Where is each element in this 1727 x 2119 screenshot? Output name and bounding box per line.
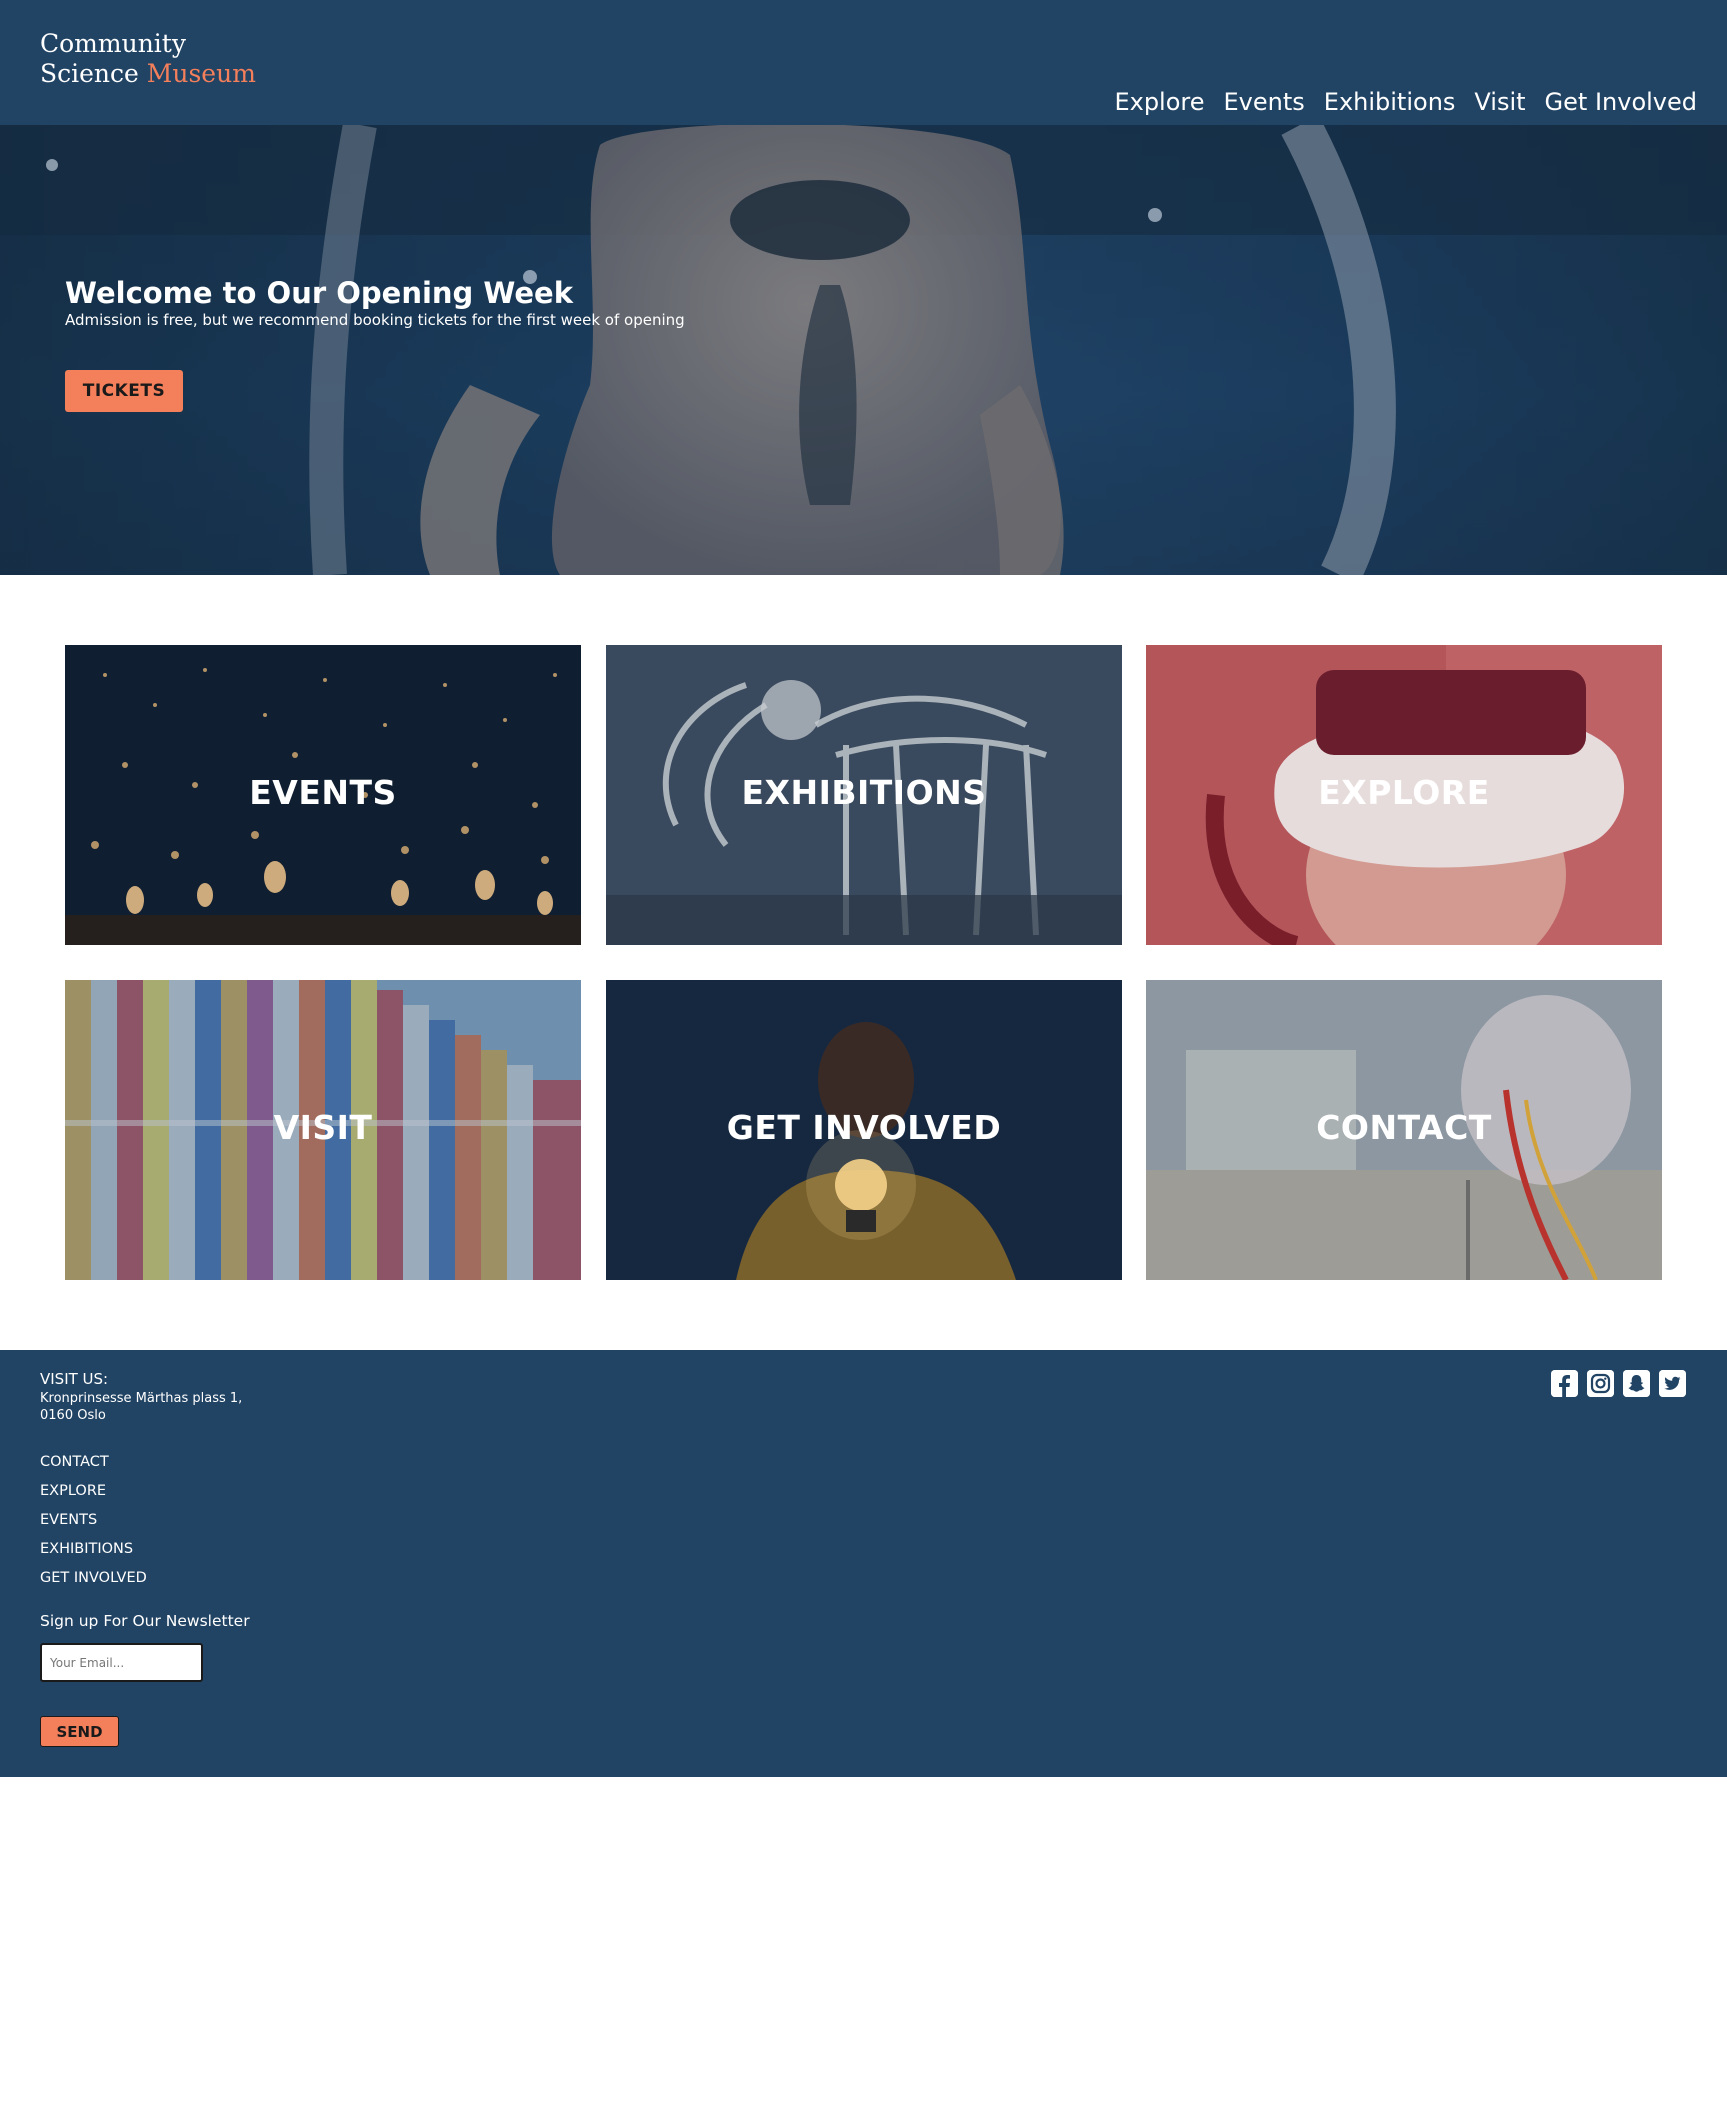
address-line-2: 0160 Oslo (40, 1408, 106, 1423)
logo-line-2-accent: Museum (146, 59, 256, 88)
footer-link-exhibitions[interactable]: EXHIBITIONS (40, 1541, 133, 1557)
nav-visit[interactable]: Visit (1474, 83, 1525, 121)
newsletter-label: Sign up For Our Newsletter (40, 1612, 250, 1630)
logo-line-2-prefix: Science (40, 59, 147, 88)
tile-label-get-involved: GET INVOLVED (726, 1108, 1002, 1147)
address: Kronprinsesse Märthas plass 1, 0160 Oslo (40, 1390, 242, 1424)
site-logo[interactable]: Community Science Museum (40, 29, 256, 89)
footer-link-events[interactable]: EVENTS (40, 1512, 97, 1528)
nav-get-involved[interactable]: Get Involved (1545, 83, 1697, 121)
logo-line-1: Community (40, 29, 186, 58)
tile-visit[interactable]: VISIT (65, 980, 581, 1280)
footer-link-get-involved[interactable]: GET INVOLVED (40, 1570, 147, 1586)
hero-skull-image (0, 125, 1727, 575)
snapchat-icon[interactable] (1623, 1370, 1650, 1397)
tile-label-events: EVENTS (249, 773, 397, 812)
hero-title: Welcome to Our Opening Week (65, 276, 573, 310)
tile-label-visit: VISIT (273, 1108, 373, 1147)
send-button[interactable]: SEND (40, 1716, 119, 1747)
tile-explore[interactable]: EXPLORE (1146, 645, 1662, 945)
tile-contact[interactable]: CONTACT (1146, 980, 1662, 1280)
hero-subtitle: Admission is free, but we recommend book… (65, 311, 685, 329)
email-input[interactable] (40, 1643, 203, 1682)
nav-explore[interactable]: Explore (1114, 83, 1204, 121)
nav-events[interactable]: Events (1224, 83, 1305, 121)
tile-label-contact: CONTACT (1316, 1108, 1492, 1147)
tickets-button[interactable]: TICKETS (65, 370, 183, 412)
hero-banner: Welcome to Our Opening Week Admission is… (0, 125, 1727, 575)
address-line-1: Kronprinsesse Märthas plass 1, (40, 1391, 243, 1406)
tile-label-explore: EXPLORE (1318, 773, 1490, 812)
footer-link-explore[interactable]: EXPLORE (40, 1483, 106, 1499)
tile-label-exhibitions: EXHIBITIONS (741, 773, 987, 812)
nav-exhibitions[interactable]: Exhibitions (1324, 83, 1456, 121)
main-nav: Explore Events Exhibitions Visit Get Inv… (1114, 83, 1697, 121)
twitter-icon[interactable] (1659, 1370, 1686, 1397)
instagram-icon[interactable] (1587, 1370, 1614, 1397)
tile-exhibitions[interactable]: EXHIBITIONS (606, 645, 1122, 945)
tile-get-involved[interactable]: GET INVOLVED (606, 980, 1122, 1280)
facebook-icon[interactable] (1551, 1370, 1578, 1397)
visit-us-heading: VISIT US: (40, 1370, 109, 1388)
footer-link-contact[interactable]: CONTACT (40, 1454, 109, 1470)
site-header: Community Science Museum Explore Events … (0, 0, 1727, 125)
tile-events[interactable]: EVENTS (65, 645, 581, 945)
site-footer: VISIT US: Kronprinsesse Märthas plass 1,… (0, 1350, 1727, 1777)
